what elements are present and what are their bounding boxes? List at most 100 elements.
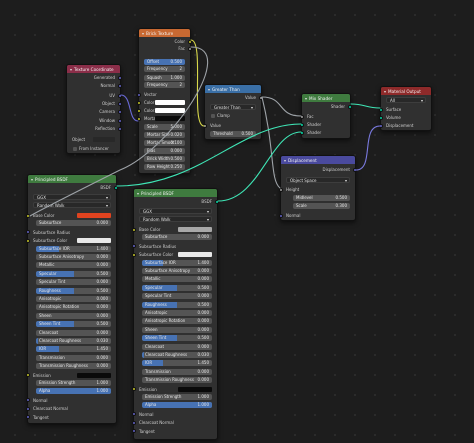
anisotropic-field[interactable]: Anisotropic 0.000 <box>36 296 111 302</box>
ior-field[interactable]: IOR 1.450 <box>36 346 111 353</box>
socket-base-color-in[interactable] <box>26 213 30 218</box>
brick-texture-header[interactable]: ▾ Brick Texture <box>139 29 190 37</box>
collapse-chevron-icon[interactable]: ▾ <box>137 191 139 196</box>
emission-strength-field[interactable]: Emission Strength 1.000 <box>142 394 212 400</box>
displacement-node[interactable]: ▾ Displacement Displacement Object Space ▾… <box>279 155 357 221</box>
principled-bsdf-node-2[interactable]: ▾ Principled BSDF BSDF GGX ▾ Random Walk ▾ … <box>132 188 219 440</box>
collapse-chevron-icon[interactable]: ▾ <box>31 177 33 182</box>
brick-texture-node[interactable]: ▾ Brick Texture Color Fac Offset 0.500 Fre… <box>137 28 192 174</box>
texture-coordinate-header[interactable]: ▾ Texture Coordinate <box>67 65 120 73</box>
anisotropic-rotation-field[interactable]: Anisotropic Rotation 0.000 <box>36 304 111 311</box>
squash-frequency-field[interactable]: Frequency 2 <box>144 82 185 88</box>
target-dropdown[interactable]: All ▾ <box>386 97 426 103</box>
socket-object[interactable] <box>118 101 122 106</box>
greater-than-node[interactable]: ▾ Greater Than Value Greater Than ▾ Clamp … <box>203 84 263 140</box>
color2-swatch[interactable] <box>155 108 185 113</box>
socket-subsurface-color-in[interactable] <box>26 238 30 243</box>
collapse-chevron-icon[interactable]: ▾ <box>70 67 72 72</box>
from-instancer-checkbox[interactable] <box>73 146 77 151</box>
squash-field[interactable]: Squash 1.000 <box>144 75 185 81</box>
subsurface-method-dropdown[interactable]: Random Walk ▾ <box>33 202 111 208</box>
socket-uv[interactable] <box>118 93 122 98</box>
socket-displacement-out[interactable] <box>353 167 357 172</box>
socket-height-in[interactable] <box>279 187 283 192</box>
space-dropdown[interactable]: Object Space ▾ <box>286 177 350 183</box>
clearcoat-field[interactable]: Clearcoat 0.000 <box>142 343 212 350</box>
scale-field[interactable]: Scale 5.000 <box>144 124 185 130</box>
socket-window[interactable] <box>118 118 122 123</box>
socket-color-out[interactable] <box>188 39 192 44</box>
collapse-chevron-icon[interactable]: ▾ <box>305 96 307 101</box>
socket-normal[interactable] <box>118 83 122 88</box>
color1-swatch[interactable] <box>155 100 185 105</box>
subsurface-field[interactable]: Subsurface 0.000 <box>36 220 111 227</box>
material-output-node[interactable]: ▾ Material Output All ▾ Surface Volume Dis… <box>379 86 432 131</box>
specular-tint-field[interactable]: Specular Tint 0.000 <box>36 279 111 286</box>
socket-clearcoat-normal-in[interactable] <box>26 406 30 411</box>
socket-shader2-in[interactable] <box>300 130 304 135</box>
collapse-chevron-icon[interactable]: ▾ <box>142 31 144 36</box>
transmission-roughness-field[interactable]: Transmission Roughness 0.000 <box>36 363 111 370</box>
socket-generated[interactable] <box>118 75 122 80</box>
specular-tint-field[interactable]: Specular Tint 0.000 <box>142 293 212 300</box>
operation-dropdown[interactable]: Greater Than ▾ <box>210 104 256 110</box>
socket-fac-in[interactable] <box>300 114 304 119</box>
clearcoat-field[interactable]: Clearcoat 0.000 <box>36 329 111 336</box>
greater-than-header[interactable]: ▾ Greater Than <box>205 85 261 93</box>
texture-coordinate-node[interactable]: ▾ Texture Coordinate Generated Normal UV … <box>66 64 122 154</box>
scale-field[interactable]: Scale 0.300 <box>293 203 350 209</box>
socket-volume-in[interactable] <box>379 115 383 120</box>
subsurface-field[interactable]: Subsurface 0.000 <box>142 234 212 241</box>
roughness-field[interactable]: Roughness 0.500 <box>142 301 212 308</box>
principled-bsdf-header[interactable]: ▾ Principled BSDF <box>28 175 116 183</box>
sheen-tint-field[interactable]: Sheen Tint 0.500 <box>142 335 212 342</box>
base-color-swatch[interactable] <box>178 227 212 232</box>
socket-vector-in[interactable] <box>137 92 141 97</box>
subsurface-color-swatch[interactable] <box>178 252 212 258</box>
socket-color1-in[interactable] <box>137 100 141 105</box>
socket-subsurface-color-in[interactable] <box>132 252 136 257</box>
socket-emission-in[interactable] <box>132 387 136 392</box>
socket-subsurface-radius-in[interactable] <box>26 230 30 235</box>
brick-width-field[interactable]: Brick Width 0.500 <box>144 156 185 162</box>
distribution-dropdown[interactable]: GGX ▾ <box>139 208 212 214</box>
mortar-swatch[interactable] <box>155 116 185 121</box>
metallic-field[interactable]: Metallic 0.000 <box>36 262 111 269</box>
object-picker[interactable] <box>93 137 115 142</box>
clamp-checkbox[interactable] <box>211 113 215 118</box>
midlevel-field[interactable]: Midlevel 0.500 <box>293 195 350 201</box>
offset-field[interactable]: Offset 0.500 <box>144 59 185 65</box>
mix-shader-node[interactable]: ▾ Mix Shader Shader Fac Shader Shader <box>300 93 352 139</box>
socket-emission-in[interactable] <box>26 373 30 378</box>
mortar-size-field[interactable]: Mortar Size 0.020 <box>144 132 185 138</box>
socket-value-in[interactable] <box>203 123 207 128</box>
subsurface-anisotropy-field[interactable]: Subsurface Anisotropy 0.000 <box>142 268 212 274</box>
roughness-field[interactable]: Roughness 0.500 <box>36 287 111 294</box>
displacement-header[interactable]: ▾ Displacement <box>281 156 355 164</box>
metallic-field[interactable]: Metallic 0.000 <box>142 276 212 283</box>
sheen-tint-field[interactable]: Sheen Tint 0.500 <box>36 321 111 328</box>
subsurface-ior-field[interactable]: Subsurface IOR 1.400 <box>36 245 111 252</box>
socket-displacement-in[interactable] <box>379 123 383 128</box>
distribution-dropdown[interactable]: GGX ▾ <box>33 194 111 200</box>
socket-normal-in[interactable] <box>132 412 136 417</box>
anisotropic-field[interactable]: Anisotropic 0.000 <box>142 310 212 316</box>
specular-field[interactable]: Specular 0.500 <box>36 270 111 277</box>
mix-shader-header[interactable]: ▾ Mix Shader <box>302 94 350 102</box>
material-output-header[interactable]: ▾ Material Output <box>381 87 431 95</box>
socket-color2-in[interactable] <box>137 108 141 113</box>
subsurface-ior-field[interactable]: Subsurface IOR 1.400 <box>142 259 212 266</box>
collapse-chevron-icon[interactable]: ▾ <box>384 89 386 94</box>
socket-base-color-in[interactable] <box>132 227 136 232</box>
subsurface-color-swatch[interactable] <box>77 238 111 244</box>
threshold-field[interactable]: Threshold 0.500 <box>210 131 256 137</box>
socket-mortar-in[interactable] <box>137 116 141 121</box>
socket-fac-out[interactable] <box>188 46 192 51</box>
row-height-field[interactable]: Row Height 0.250 <box>144 164 185 170</box>
collapse-chevron-icon[interactable]: ▾ <box>284 158 286 163</box>
principled-bsdf-node-1[interactable]: ▾ Principled BSDF BSDF GGX ▾ Random Walk ▾ … <box>26 174 118 424</box>
emission-swatch[interactable] <box>77 372 111 378</box>
transmission-field[interactable]: Transmission 0.000 <box>142 368 212 375</box>
specular-field[interactable]: Specular 0.500 <box>142 284 212 291</box>
anisotropic-rotation-field[interactable]: Anisotropic Rotation 0.000 <box>142 318 212 325</box>
